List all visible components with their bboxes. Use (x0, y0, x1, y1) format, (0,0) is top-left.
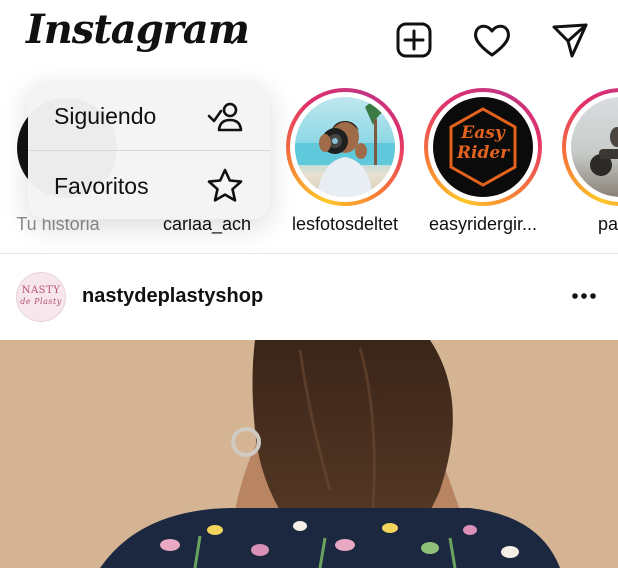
story-ring: Easy Rider (424, 88, 542, 206)
instagram-logo[interactable]: Instagram (26, 6, 250, 53)
post-header: NASTY de Plasty nastydeplastyshop (0, 254, 618, 340)
new-post-icon[interactable] (394, 20, 434, 60)
menu-item-label: Favoritos (54, 173, 149, 199)
following-icon (207, 102, 243, 132)
star-icon (207, 168, 243, 202)
menu-item-favorites[interactable]: Favoritos (28, 151, 270, 219)
post-username[interactable]: nastydeplastyshop (82, 285, 263, 308)
story-ring (286, 88, 404, 206)
easy-rider-line2: Rider (456, 143, 510, 163)
post-avatar-subtext: de Plasty (20, 297, 62, 306)
story-label: easyridergir... (428, 214, 538, 234)
post-avatar[interactable]: NASTY de Plasty (16, 272, 66, 322)
story-ring (562, 88, 618, 206)
post-photo (100, 340, 560, 568)
motorcycle-image (590, 127, 618, 176)
heart-icon[interactable] (472, 20, 512, 60)
story-avatar (571, 97, 618, 197)
story-avatar (295, 97, 395, 197)
feed-filter-menu: Siguiendo Favoritos (28, 81, 270, 219)
post-avatar-text: NASTY (21, 285, 61, 296)
menu-item-label: Siguiendo (54, 103, 157, 129)
post-image[interactable] (0, 340, 618, 568)
story-label: pau_r (597, 214, 618, 234)
top-bar: Instagram (0, 0, 618, 80)
chevron-down-icon[interactable] (222, 30, 242, 50)
story-label: lesfotosdeltet (291, 214, 399, 234)
photographer-image (295, 101, 395, 197)
story-easyridergir[interactable]: Easy Rider easyridergir... (418, 84, 548, 244)
menu-item-following[interactable]: Siguiendo (28, 81, 270, 150)
story-avatar: Easy Rider (433, 97, 533, 197)
easy-rider-line1: Easy (461, 123, 505, 143)
more-options-icon[interactable] (570, 288, 598, 304)
story-pau-r[interactable]: pau_r (556, 84, 618, 244)
direct-message-icon[interactable] (550, 20, 590, 60)
story-lesfotosdeltet[interactable]: lesfotosdeltet (280, 84, 410, 244)
